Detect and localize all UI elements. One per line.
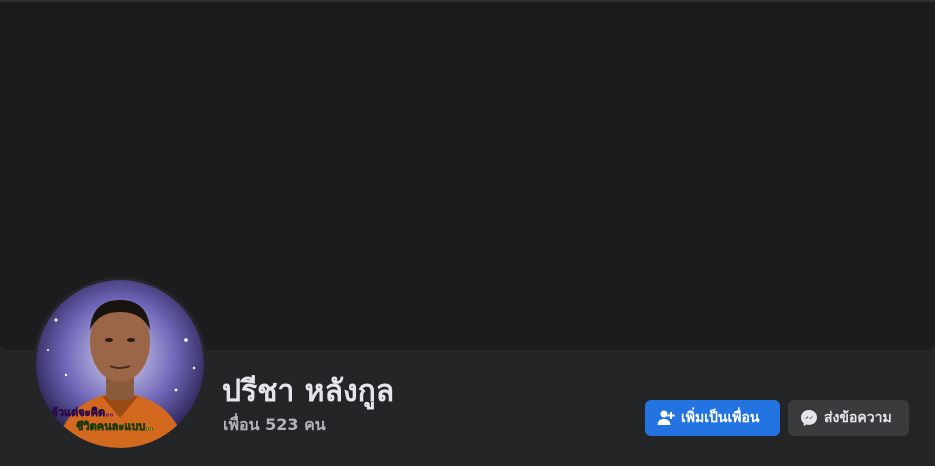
add-friend-button[interactable]: เพิ่มเป็นเพื่อน bbox=[645, 400, 780, 436]
avatar-caption-line2: ชีวิตคนละแบบ.. bbox=[76, 420, 154, 433]
avatar-caption-line1: แล้วแต่จะคิด.. bbox=[44, 406, 113, 419]
profile-name: ปรีชา หลังกูล bbox=[222, 374, 395, 409]
add-person-icon bbox=[657, 409, 675, 427]
profile-picture[interactable]: แล้วแต่จะคิด.. ชีวิตคนละแบบ.. bbox=[36, 280, 204, 448]
profile-header: แล้วแต่จะคิด.. ชีวิตคนละแบบ.. ปรีชา หลัง… bbox=[0, 0, 935, 466]
messenger-icon bbox=[800, 409, 818, 427]
send-message-label: ส่งข้อความ bbox=[824, 410, 892, 426]
send-message-button[interactable]: ส่งข้อความ bbox=[788, 400, 909, 436]
add-friend-label: เพิ่มเป็นเพื่อน bbox=[681, 410, 760, 426]
profile-picture-frame[interactable]: แล้วแต่จะคิด.. ชีวิตคนละแบบ.. bbox=[33, 277, 207, 451]
friends-count[interactable]: เพื่อน 523 คน bbox=[223, 415, 326, 435]
